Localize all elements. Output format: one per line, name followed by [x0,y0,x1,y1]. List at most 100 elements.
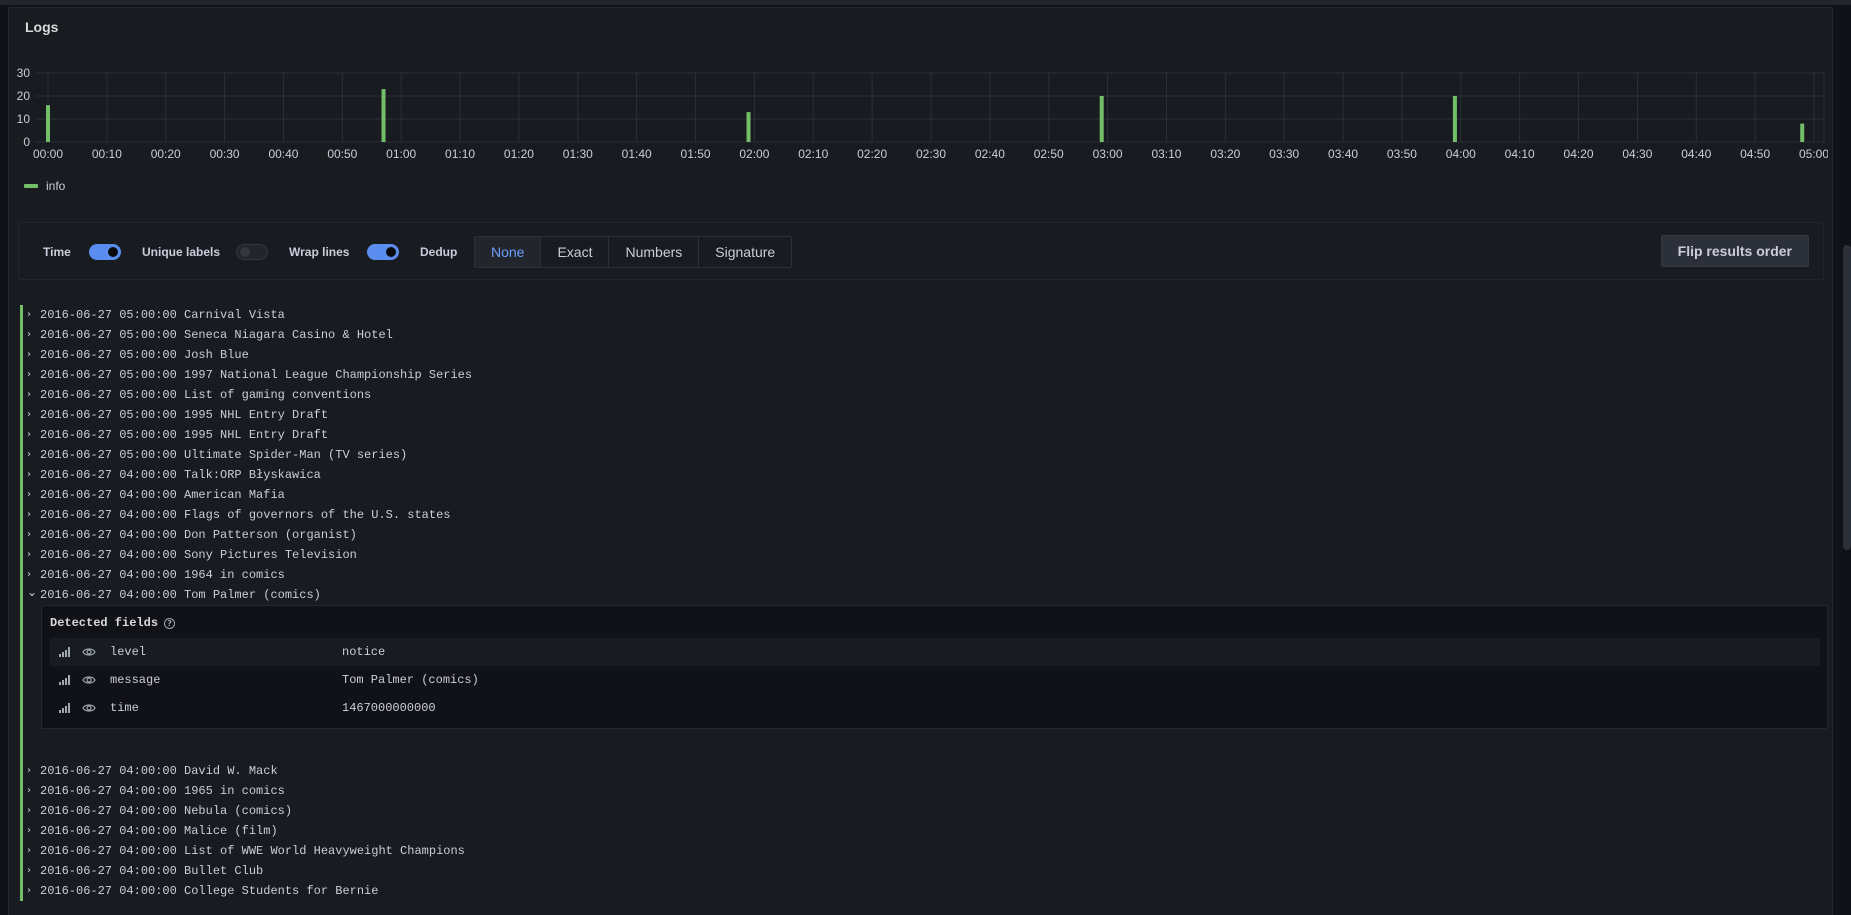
dedup-radio-group: None Exact Numbers Signature [474,236,793,268]
chevron-right-icon[interactable]: › [27,569,31,580]
log-line: 2016-06-27 04:00:00 List of WWE World He… [40,844,465,858]
stats-bars-icon[interactable] [59,675,70,685]
x-tick-label: 04:00 [1446,147,1476,161]
x-tick-label: 00:10 [92,147,122,161]
log-row[interactable]: › 2016-06-27 05:00:00 Josh Blue [20,345,1820,365]
chevron-right-icon[interactable]: › [27,469,31,480]
x-tick-label: 02:20 [857,147,887,161]
dedup-option-exact[interactable]: Exact [541,237,610,267]
chevron-right-icon[interactable]: › [27,389,31,400]
x-tick-label: 04:10 [1505,147,1535,161]
log-row[interactable]: › 2016-06-27 04:00:00 Bullet Club [20,861,1820,881]
log-rows: › 2016-06-27 05:00:00 Carnival Vista › 2016… [20,305,1828,901]
log-line: 2016-06-27 05:00:00 1995 NHL Entry Draft [40,408,329,422]
chevron-right-icon[interactable]: › [27,549,31,560]
log-row[interactable]: › 2016-06-27 04:00:00 List of WWE World H… [20,841,1820,861]
chevron-right-icon[interactable]: › [27,409,31,420]
log-line: 2016-06-27 04:00:00 American Mafia [40,488,285,502]
chevron-right-icon[interactable]: › [27,369,31,380]
log-row[interactable]: › 2016-06-27 04:00:00 American Mafia [20,485,1820,505]
log-row[interactable]: › 2016-06-27 04:00:00 1964 in comics [20,565,1820,585]
log-row[interactable]: › 2016-06-27 04:00:00 1965 in comics [20,781,1820,801]
unique-labels-toggle[interactable] [236,244,268,260]
chevron-right-icon[interactable]: › [27,805,31,816]
time-toggle[interactable] [89,244,121,260]
scrollbar-thumb[interactable] [1843,245,1851,550]
chevron-right-icon[interactable]: › [27,429,31,440]
chart-bar [1452,96,1457,142]
top-bar [0,0,1851,5]
log-line: 2016-06-27 04:00:00 1965 in comics [40,784,285,798]
chevron-right-icon[interactable]: › [27,449,31,460]
x-tick-label: 00:30 [210,147,240,161]
flip-results-order-button[interactable]: Flip results order [1660,235,1809,267]
eye-icon[interactable] [82,674,96,686]
stats-bars-icon[interactable] [59,647,70,657]
x-tick-label: 03:40 [1328,147,1358,161]
chevron-right-icon[interactable]: › [27,765,31,776]
wrap-lines-toggle[interactable] [367,244,399,260]
help-icon[interactable]: ? [164,617,176,629]
log-row[interactable]: › 2016-06-27 04:00:00 Malice (film) [20,821,1820,841]
detected-fields-title: Detected fields? [50,616,176,630]
dedup-option-signature[interactable]: Signature [699,237,792,267]
chevron-right-icon[interactable]: › [27,885,31,896]
x-tick-label: 01:10 [445,147,475,161]
eye-icon[interactable] [82,646,96,658]
log-row[interactable]: › 2016-06-27 05:00:00 1997 National Leagu… [20,365,1820,385]
chevron-right-icon[interactable]: › [27,825,31,836]
chevron-right-icon[interactable]: › [27,845,31,856]
log-line: 2016-06-27 05:00:00 Ultimate Spider-Man … [40,448,408,462]
dedup-option-numbers[interactable]: Numbers [609,237,700,267]
chart-legend[interactable]: info [24,179,65,193]
chevron-right-icon[interactable]: › [27,509,31,520]
log-row[interactable]: › 2016-06-27 04:00:00 Nebula (comics) [20,801,1820,821]
x-tick-label: 00:50 [327,147,357,161]
x-tick-label: 01:20 [504,147,534,161]
log-line: 2016-06-27 05:00:00 Carnival Vista [40,308,285,322]
chevron-right-icon[interactable]: › [27,309,31,320]
log-row[interactable]: › 2016-06-27 05:00:00 1995 NHL Entry Draf… [20,425,1820,445]
log-row[interactable]: › 2016-06-27 05:00:00 Ultimate Spider-Man… [20,445,1820,465]
dedup-option-none[interactable]: None [475,237,542,267]
x-tick-label: 05:00 [1799,147,1828,161]
x-tick-label: 02:40 [975,147,1005,161]
log-row[interactable]: › 2016-06-27 04:00:00 College Students fo… [20,881,1820,901]
log-row[interactable]: › 2016-06-27 04:00:00 Sony Pictures Telev… [20,545,1820,565]
x-tick-label: 04:20 [1564,147,1594,161]
log-row[interactable]: › 2016-06-27 04:00:00 David W. Mack [20,761,1820,781]
x-tick-label: 04:50 [1740,147,1770,161]
log-row[interactable]: ⌄ 2016-06-27 04:00:00 Tom Palmer (comics) [20,585,1820,605]
legend-label-info: info [46,179,66,193]
eye-icon[interactable] [82,702,96,714]
chevron-right-icon[interactable]: › [27,489,31,500]
chevron-right-icon[interactable]: › [27,785,31,796]
log-row[interactable]: › 2016-06-27 04:00:00 Don Patterson (orga… [20,525,1820,545]
x-tick-label: 01:30 [563,147,593,161]
chevron-down-icon[interactable]: ⌄ [27,585,37,599]
y-tick-label: 30 [17,66,31,80]
time-label: Time [43,245,71,259]
detected-field-row: message Tom Palmer (comics) [50,666,1820,694]
log-details-panel: Detected fields? level notice message Tom Pa… [41,605,1828,729]
chevron-right-icon[interactable]: › [27,349,31,360]
panel-title: Logs [25,19,59,35]
stats-bars-icon[interactable] [59,703,70,713]
log-row[interactable]: › 2016-06-27 04:00:00 Talk:ORP Błyskawica [20,465,1820,485]
chevron-right-icon[interactable]: › [27,529,31,540]
log-row[interactable]: › 2016-06-27 05:00:00 1995 NHL Entry Draf… [20,405,1820,425]
log-row[interactable]: › 2016-06-27 05:00:00 Seneca Niagara Casi… [20,325,1820,345]
chart-bar [46,105,50,142]
x-tick-label: 03:50 [1387,147,1417,161]
chevron-right-icon[interactable]: › [27,865,31,876]
log-row[interactable]: › 2016-06-27 04:00:00 Flags of governors … [20,505,1820,525]
x-tick-label: 03:10 [1151,147,1181,161]
log-line: 2016-06-27 04:00:00 Nebula (comics) [40,804,293,818]
log-line: 2016-06-27 04:00:00 David W. Mack [40,764,278,778]
x-tick-label: 01:40 [622,147,652,161]
detected-field-row: time 1467000000000 [50,694,1820,722]
log-row[interactable]: › 2016-06-27 05:00:00 List of gaming conv… [20,385,1820,405]
field-value: Tom Palmer (comics) [342,673,479,687]
log-row[interactable]: › 2016-06-27 05:00:00 Carnival Vista [20,305,1820,325]
chevron-right-icon[interactable]: › [27,329,31,340]
